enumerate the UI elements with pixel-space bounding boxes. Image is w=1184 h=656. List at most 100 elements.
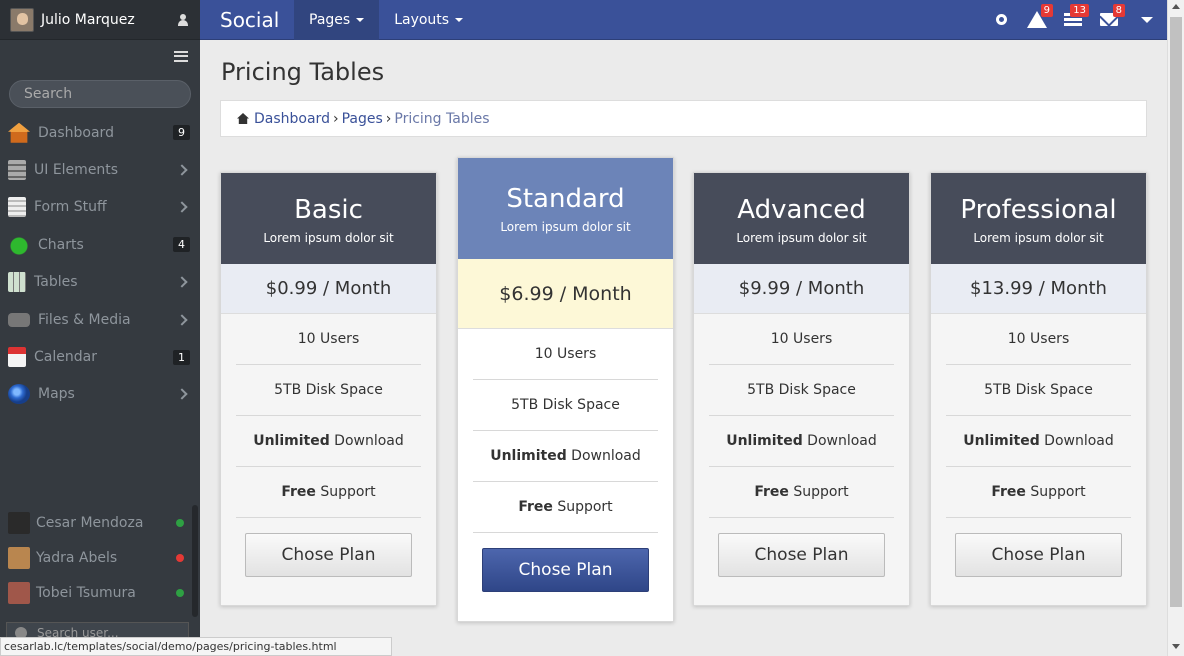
feature-bold-text: Free [754, 484, 789, 500]
sidebar-item-dashboard[interactable]: Dashboard 9 [0, 114, 200, 151]
plan-advanced: Advanced Lorem ipsum dolor sit $9.99 / M… [693, 172, 910, 606]
user-icon[interactable] [176, 13, 190, 27]
choose-plan-button[interactable]: Chose Plan [718, 533, 885, 577]
brand-logo[interactable]: Social [200, 8, 294, 32]
news-button[interactable]: 13 [1055, 0, 1091, 40]
ui-elements-icon [8, 160, 26, 181]
plan-subtitle: Lorem ipsum dolor sit [263, 231, 394, 245]
plan-feature-users: 10 Users [709, 314, 894, 365]
sidebar-item-charts[interactable]: Charts 4 [0, 226, 200, 263]
nav-layouts[interactable]: Layouts [379, 0, 478, 40]
plan-feature-support: Free Support [709, 467, 894, 518]
nav-pages[interactable]: Pages [294, 0, 380, 40]
chevron-right-icon [176, 276, 188, 288]
user-name[interactable]: Julio Marquez [41, 12, 176, 28]
camera-icon [8, 312, 30, 327]
breadcrumb-pages[interactable]: Pages [342, 111, 383, 127]
plan-feature-users: 10 Users [473, 329, 658, 380]
sidebar-item-label: Files & Media [38, 311, 131, 328]
messages-button[interactable]: 8 [1091, 0, 1127, 40]
home-icon [8, 122, 30, 143]
contact-item[interactable]: Cesar Mendoza [0, 505, 192, 540]
avatar [8, 546, 30, 569]
sidebar-toggle[interactable] [0, 40, 200, 72]
contact-item[interactable]: Yadra Abels [0, 540, 192, 575]
sidebar-user-header[interactable]: Julio Marquez [0, 0, 200, 40]
choose-plan-button[interactable]: Chose Plan [482, 548, 649, 592]
settings-button[interactable] [983, 0, 1019, 40]
feature-bold-text: Unlimited [490, 448, 567, 464]
caret-down-icon [455, 17, 464, 22]
breadcrumb-separator: › [332, 110, 339, 127]
chevron-right-icon [176, 201, 188, 214]
plan-professional: Professional Lorem ipsum dolor sit $13.9… [930, 172, 1147, 606]
feature-bold-text: Unlimited [253, 433, 330, 449]
plan-basic: Basic Lorem ipsum dolor sit $0.99 / Mont… [220, 172, 437, 606]
status-bar-url: cesarlab.lc/templates/social/demo/pages/… [0, 637, 392, 656]
sidebar-scrollbar[interactable] [192, 505, 198, 617]
account-dropdown[interactable] [1127, 0, 1167, 40]
chevron-right-icon [176, 388, 188, 401]
plan-name: Advanced [737, 195, 866, 225]
plan-name: Standard [506, 184, 625, 214]
plan-feature-support: Free Support [473, 482, 658, 533]
plan-header: Basic Lorem ipsum dolor sit [221, 173, 436, 264]
feature-text: Download [329, 433, 404, 449]
alerts-button[interactable]: 9 [1019, 0, 1055, 40]
plan-feature-disk: 5TB Disk Space [946, 365, 1131, 416]
count-badge: 1 [173, 349, 190, 365]
page-scrollbar[interactable] [1167, 0, 1184, 656]
chart-icon [8, 234, 30, 255]
feature-text: Download [566, 448, 641, 464]
choose-plan-button[interactable]: Chose Plan [245, 533, 412, 577]
plan-price: $9.99 / Month [694, 264, 909, 314]
sidebar-item-label: Calendar [34, 349, 97, 366]
sidebar-item-files-media[interactable]: Files & Media [0, 301, 200, 338]
form-icon [8, 197, 26, 218]
count-badge: 9 [173, 125, 190, 141]
sidebar-item-calendar[interactable]: Calendar 1 [0, 338, 200, 375]
sidebar-item-label: Maps [38, 386, 75, 403]
count-badge: 4 [173, 237, 190, 253]
scroll-down-arrow-icon[interactable] [1172, 644, 1180, 649]
plan-feature-support: Free Support [946, 467, 1131, 518]
scrollbar-thumb[interactable] [1170, 17, 1182, 607]
breadcrumb-separator: › [385, 110, 392, 127]
plan-feature-users: 10 Users [946, 314, 1131, 365]
avatar [8, 581, 30, 604]
search-placeholder: Search [24, 86, 73, 102]
plan-feature-support: Free Support [236, 467, 421, 518]
contact-item[interactable]: Tobei Tsumura [0, 575, 192, 610]
top-navbar: Social Pages Layouts 9 13 8 [200, 0, 1167, 40]
sidebar-item-ui-elements[interactable]: UI Elements [0, 151, 200, 188]
plan-feature-disk: 5TB Disk Space [236, 365, 421, 416]
choose-plan-button[interactable]: Chose Plan [955, 533, 1122, 577]
feature-bold-text: Free [281, 484, 316, 500]
sidebar-item-tables[interactable]: Tables [0, 264, 200, 301]
avatar [10, 7, 34, 32]
chevron-right-icon [176, 164, 188, 176]
breadcrumb-dashboard[interactable]: Dashboard [254, 111, 330, 127]
sidebar-search-input[interactable]: Search [9, 80, 191, 108]
sidebar-item-maps[interactable]: Maps [0, 376, 200, 413]
plan-price: $0.99 / Month [221, 264, 436, 314]
scroll-up-arrow-icon[interactable] [1172, 4, 1180, 9]
messages-badge: 8 [1112, 3, 1125, 17]
chevron-right-icon [176, 313, 188, 326]
plan-feature-download: Unlimited Download [946, 416, 1131, 467]
plan-subtitle: Lorem ipsum dolor sit [736, 231, 867, 245]
plan-price: $6.99 / Month [458, 259, 673, 329]
sidebar-item-form-stuff[interactable]: Form Stuff [0, 189, 200, 226]
sidebar: Julio Marquez Search Dashboard 9 UI Elem… [0, 0, 200, 656]
navbar-right: 9 13 8 [983, 0, 1167, 40]
globe-icon [8, 384, 30, 405]
plan-subtitle: Lorem ipsum dolor sit [973, 231, 1104, 245]
breadcrumb: Dashboard › Pages › Pricing Tables [220, 100, 1147, 137]
plan-feature-disk: 5TB Disk Space [473, 380, 658, 431]
menu-icon[interactable] [174, 50, 188, 62]
plan-feature-download: Unlimited Download [236, 416, 421, 467]
feature-bold-text: Free [518, 499, 553, 515]
caret-down-icon [1141, 16, 1153, 23]
feature-text: Support [315, 484, 376, 500]
plan-feature-download: Unlimited Download [473, 431, 658, 482]
